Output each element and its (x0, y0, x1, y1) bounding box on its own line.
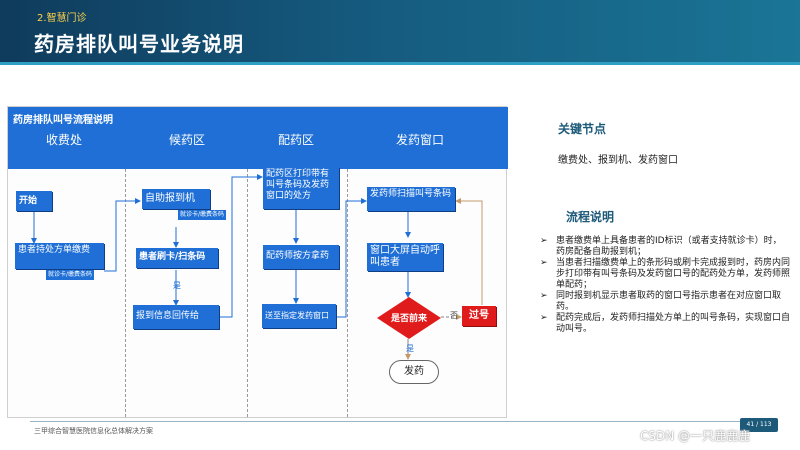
section-tag: 2.智慧门诊 (37, 13, 87, 24)
patient-pay-node: 患者持处方单缴费 (15, 243, 104, 269)
accent-bar (0, 62, 800, 65)
page-title: 药房排队叫号业务说明 (34, 32, 244, 56)
process-desc-item: 同时报到机显示患者取药的窗口号指示患者在对应窗口取药。 (540, 291, 790, 313)
watermark: CSDN @一只鹿鹿鹿 (640, 429, 751, 443)
footer-text: 三甲综合智慧医院信息化总体解决方案 (34, 427, 153, 435)
key-nodes-text: 缴费处、报到机、发药窗口 (558, 155, 678, 166)
process-desc-title: 流程说明 (566, 210, 615, 224)
scan-code-node: 发药师扫描叫号条码 (367, 187, 455, 211)
card-pay-tag: 就诊卡/缴费条码 (46, 270, 95, 280)
start-node: 开始 (16, 191, 52, 211)
decision-label: 是否前来 (390, 314, 427, 324)
deliver-window-node: 送至指定发药窗口 (262, 304, 336, 328)
process-desc-item: 配药完成后，发药师扫描处方单上的叫号条码，实现窗口自动叫号。 (540, 313, 790, 335)
screen-call-node: 窗口大屏自动呼叫患者 (367, 243, 443, 271)
card-tag: 就诊卡/缴费条码 (178, 210, 227, 220)
overdue-node: 过号 (462, 306, 496, 326)
yes-label: 是 (173, 281, 181, 290)
process-desc-list: 患者缴费单上具备患者的ID标识（或者支持就诊卡）时，药房配备自助报到机； 当患者… (540, 236, 790, 335)
footer-divider (30, 421, 770, 422)
no-label: 否 (450, 311, 458, 320)
self-checkin-node: 自助报到机 (142, 189, 210, 209)
process-desc-item: 当患者扫描缴费单上的条形码或刷卡完成报到时，药房内同步打印带有叫号条码及发药窗口… (540, 258, 790, 291)
report-his-node: 报到信息回传给HIS (133, 305, 219, 329)
process-desc-item: 患者缴费单上具备患者的ID标识（或者支持就诊卡）时，药房配备自助报到机； (540, 236, 790, 258)
swipe-scan-node: 患者刷卡/扫条码 (136, 248, 218, 268)
header-bar: 2.智慧门诊 药房排队叫号业务说明 (0, 0, 800, 62)
yes-label: 是 (406, 344, 414, 353)
flowchart-panel: 药房排队叫号流程说明 收费处 候药区 配药区 发药窗口 开始 患者持处方单缴费 … (7, 106, 508, 418)
dispense-terminal-node: 发药 (389, 360, 439, 384)
dispense-by-slip-node: 配药师按方拿药 (263, 245, 339, 269)
key-nodes-title: 关键节点 (558, 122, 607, 136)
print-slip-node: 配药区打印带有叫号条码及发药窗口的处方 (263, 167, 339, 209)
